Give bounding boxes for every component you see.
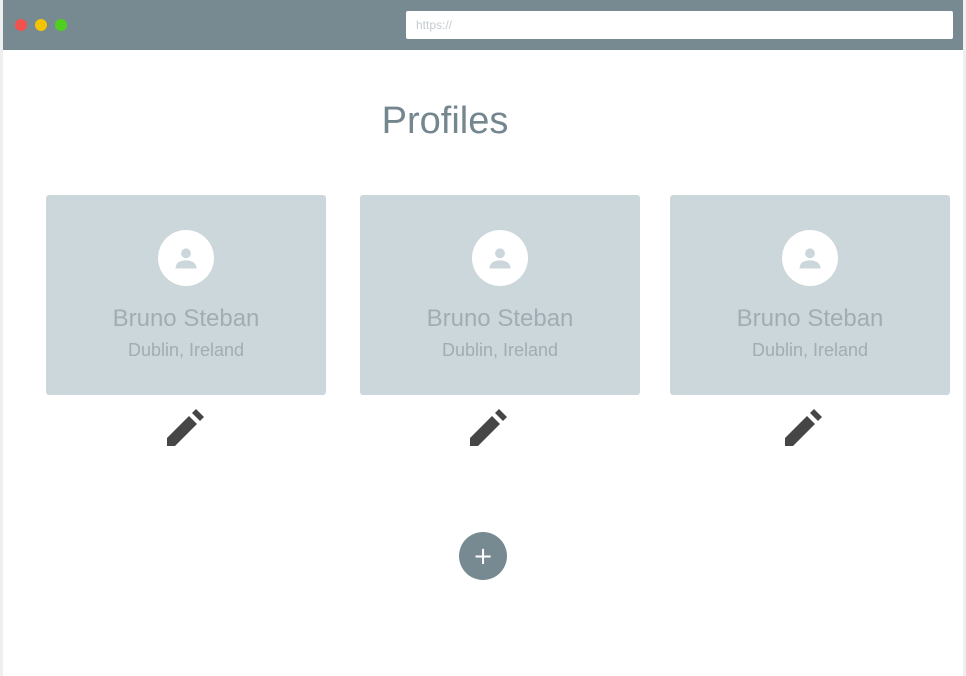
browser-titlebar: https://: [3, 0, 963, 50]
minimize-window-button[interactable]: [35, 19, 47, 31]
profile-location: Dublin, Ireland: [127, 340, 245, 360]
browser-window: https:// Profiles Bruno Steban Dublin, I…: [3, 0, 963, 676]
person-icon: [175, 248, 197, 269]
add-profile-button[interactable]: +: [459, 532, 507, 580]
profile-location: Dublin, Ireland: [441, 340, 559, 360]
pencil-icon: [470, 409, 507, 446]
avatar: [158, 230, 214, 286]
pencil-icon: [167, 409, 204, 446]
profile-card[interactable]: Bruno Steban Dublin, Ireland: [360, 195, 640, 395]
profile-name: Bruno Steban: [736, 305, 884, 332]
page-title: Profiles: [381, 100, 509, 142]
avatar: [472, 230, 528, 286]
pencil-icon: [785, 409, 822, 446]
person-icon: [489, 248, 511, 269]
profile-name: Bruno Steban: [426, 305, 574, 332]
close-window-button[interactable]: [15, 19, 27, 31]
maximize-window-button[interactable]: [55, 19, 67, 31]
profile-card[interactable]: Bruno Steban Dublin, Ireland: [670, 195, 950, 395]
address-bar[interactable]: https://: [406, 11, 953, 39]
person-icon: [799, 248, 821, 269]
profile-location: Dublin, Ireland: [751, 340, 869, 360]
avatar: [782, 230, 838, 286]
edit-profile-button[interactable]: [165, 408, 205, 446]
edit-profile-button[interactable]: [468, 408, 508, 446]
plus-icon: +: [472, 542, 494, 570]
edit-profile-button[interactable]: [783, 408, 823, 446]
profile-card[interactable]: Bruno Steban Dublin, Ireland: [46, 195, 326, 395]
address-bar-placeholder: https://: [416, 18, 453, 32]
profile-name: Bruno Steban: [112, 305, 260, 332]
